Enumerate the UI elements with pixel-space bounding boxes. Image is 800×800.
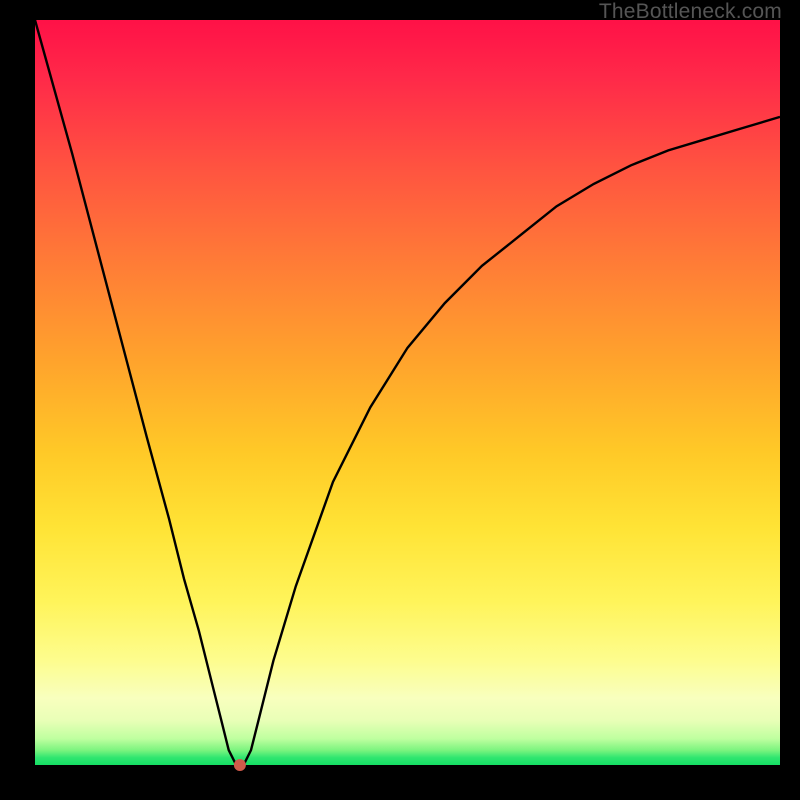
plot-area (35, 20, 780, 765)
optimum-marker (234, 759, 246, 771)
curve-layer (35, 20, 780, 765)
watermark-text: TheBottleneck.com (599, 0, 782, 24)
chart-frame: TheBottleneck.com (0, 0, 800, 800)
bottleneck-curve (35, 20, 780, 765)
